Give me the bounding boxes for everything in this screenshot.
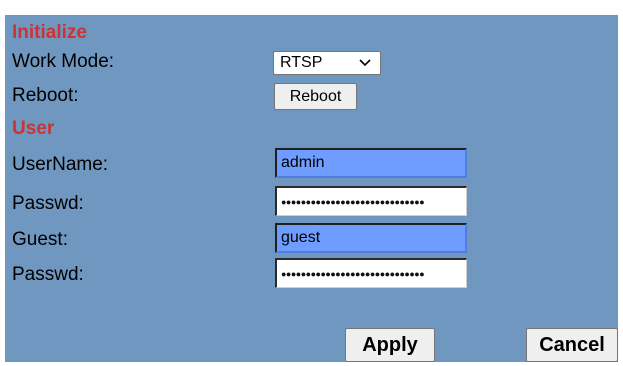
apply-button[interactable]: Apply [345,328,435,362]
password-field[interactable]: ●●●●●●●●●●●●●●●●●●●●●●●●●●●●● [275,186,467,216]
user-section-title: User [12,118,55,139]
work-mode-select-value: RTSP [280,54,323,71]
cancel-button[interactable]: Cancel [526,328,618,362]
guest-field[interactable]: guest [275,223,467,253]
guest-passwd-label: Passwd: [12,264,84,285]
work-mode-label: Work Mode: [12,51,115,72]
chevron-down-icon [359,59,371,67]
reboot-label: Reboot: [12,85,79,106]
initialize-section-title: Initialize [12,22,87,43]
guest-password-field[interactable]: ●●●●●●●●●●●●●●●●●●●●●●●●●●●●● [275,258,467,288]
guest-label: Guest: [12,229,68,250]
settings-panel: Initialize Work Mode: RTSP Reboot: Reboo… [5,15,618,362]
passwd-label: Passwd: [12,193,84,214]
username-label: UserName: [12,154,109,175]
username-field[interactable]: admin [275,148,467,178]
reboot-button[interactable]: Reboot [274,83,357,110]
work-mode-select[interactable]: RTSP [273,51,381,75]
